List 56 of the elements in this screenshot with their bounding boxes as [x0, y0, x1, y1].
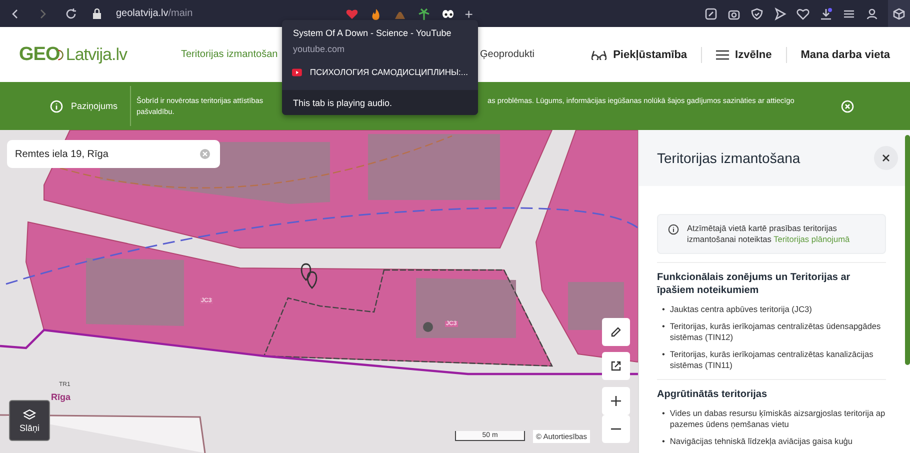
info-icon — [668, 224, 679, 235]
bullet: • — [662, 349, 665, 361]
menu-icon — [716, 50, 730, 60]
download-icon[interactable] — [819, 6, 833, 20]
section-heading: Funkcionālais zonējums un Teritorijas ar īpašiem noteikumiem — [657, 271, 852, 297]
bullet: • — [662, 304, 665, 315]
close-button[interactable] — [874, 146, 898, 170]
tab-domain: youtube.com — [292, 43, 346, 54]
workspace-button[interactable]: Mana darba vieta — [800, 48, 890, 60]
bullet: • — [662, 436, 665, 447]
list-item: Vides un dabas resursu ķīmiskās aizsargjoslas teritorija ap pazemes ūdens ņemšanas vietu — [670, 408, 886, 430]
share-icon — [610, 360, 622, 372]
bullet: • — [662, 321, 665, 333]
list-item: Jauktas centra apbūves teritorija (JC3) — [670, 304, 812, 315]
palm-tree-icon[interactable] — [416, 6, 431, 20]
url-field[interactable]: geolatvija.lv/main — [116, 8, 193, 19]
profile-icon[interactable] — [865, 6, 879, 20]
scrollbar-thumb[interactable] — [905, 135, 910, 365]
edit-icon[interactable] — [704, 6, 718, 20]
close-icon[interactable] — [841, 100, 854, 112]
nav-link[interactable]: Teritorijas izmantošan — [181, 49, 281, 60]
video-icon — [292, 68, 302, 76]
list-item: Teritorijas, kurās ierīkojamas centralizētas ūdensapgādes sistēmas (TIN12) — [670, 321, 882, 343]
list-item: Teritorijas, kurās ierīkojamas centralizētas kanalizācijas sistēmas (TIN11) — [670, 349, 874, 371]
cube-icon[interactable] — [892, 6, 906, 20]
glasses-icon — [591, 50, 608, 60]
close-icon — [882, 154, 890, 162]
info-icon — [50, 100, 63, 112]
notice-label: Paziņojums — [71, 101, 118, 111]
map-label: Rīga — [50, 392, 72, 402]
nav-link[interactable]: Ģeoprodukti — [480, 49, 534, 60]
accessibility-button[interactable]: Piekļūstamība — [591, 48, 688, 60]
zoom-in-button[interactable] — [602, 387, 630, 415]
lock-icon — [92, 8, 102, 20]
layers-icon — [23, 408, 36, 420]
shield-icon[interactable] — [750, 6, 764, 20]
site-logo[interactable]: GEO Latvija.lv — [19, 44, 127, 66]
heart-outline-icon[interactable] — [796, 6, 810, 20]
menu-button[interactable]: Izvēlne — [716, 48, 772, 60]
layers-button[interactable]: Slāņi — [9, 400, 50, 441]
measure-button[interactable] — [602, 318, 630, 346]
reload-icon[interactable] — [64, 6, 78, 20]
new-tab-button[interactable]: + — [464, 6, 473, 20]
list-item: Navigācijas tehniskā līdzekļa aviācijas gaisa kuģu — [670, 436, 853, 447]
section-heading: Apgrūtinātās teritorijas — [657, 388, 768, 401]
send-icon[interactable] — [773, 6, 787, 20]
search-field[interactable]: Remtes iela 19, Rīga — [7, 140, 220, 168]
tab-title: System Of A Down - Science - YouTube — [292, 27, 452, 38]
share-button[interactable] — [602, 352, 630, 380]
pencil-icon — [610, 326, 622, 338]
info-text: Atzīmētajā vietā kartē prasības teritorijas izmantošanai noteiktas Teritorijas plānojumā — [687, 223, 851, 245]
panel-title: Teritorijas izmantošana — [657, 150, 802, 166]
tab-status: This tab is playing audio. — [282, 90, 478, 115]
tab-item[interactable]: ПСИХОЛОГИЯ САМОДИСЦИПЛИНЫ:... — [282, 54, 478, 77]
bullet: • — [662, 408, 665, 420]
plus-icon — [611, 396, 621, 406]
